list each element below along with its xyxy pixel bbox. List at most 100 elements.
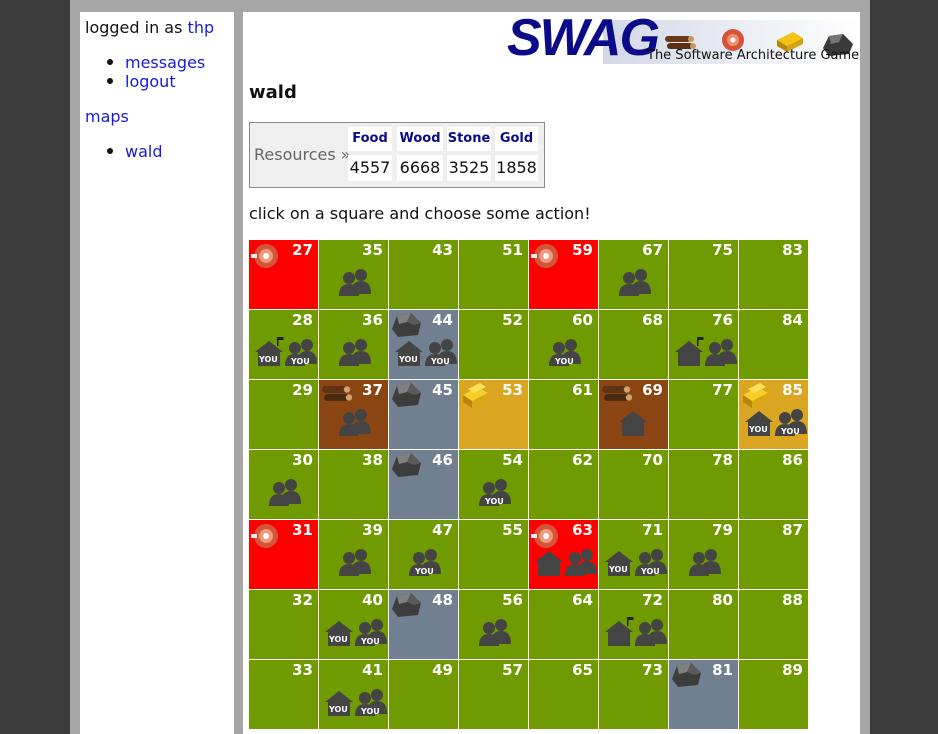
- map-square-61[interactable]: 61: [529, 380, 598, 449]
- map-square-37[interactable]: 37: [319, 380, 388, 449]
- map-square-35[interactable]: 35: [319, 240, 388, 309]
- map-square-87[interactable]: 87: [739, 520, 808, 589]
- map-link-wald[interactable]: wald: [125, 142, 163, 161]
- map-square-56[interactable]: 56: [459, 590, 528, 659]
- map-square-85[interactable]: YOU YOU 85: [739, 380, 808, 449]
- map-square-44[interactable]: YOU YOU 44: [389, 310, 458, 379]
- map-square-59[interactable]: 59: [529, 240, 598, 309]
- army-icon: [339, 408, 372, 440]
- map-square-40[interactable]: YOU YOU 40: [319, 590, 388, 659]
- meat-icon: [250, 241, 282, 275]
- map-square-60[interactable]: YOU 60: [529, 310, 598, 379]
- rock-icon: [670, 661, 702, 695]
- you-label: YOU: [361, 637, 380, 646]
- map-square-43[interactable]: 43: [389, 240, 458, 309]
- army-icon: [269, 478, 302, 510]
- map-square-88[interactable]: 88: [739, 590, 808, 659]
- meat-icon: [530, 241, 562, 275]
- square-number: 48: [432, 591, 453, 609]
- army-icon: [619, 268, 652, 300]
- map-square-70[interactable]: 70: [599, 450, 668, 519]
- square-number: 29: [292, 381, 313, 399]
- map-square-28[interactable]: YOU YOU 28: [249, 310, 318, 379]
- square-number: 81: [712, 661, 733, 679]
- square-number: 61: [572, 381, 593, 399]
- map-square-89[interactable]: 89: [739, 660, 808, 729]
- square-number: 78: [712, 451, 733, 469]
- square-number: 62: [572, 451, 593, 469]
- swag-logo: SWAG The Software Architecture Game: [503, 12, 860, 67]
- map-square-78[interactable]: 78: [669, 450, 738, 519]
- map-square-48[interactable]: 48: [389, 590, 458, 659]
- square-number: 43: [432, 241, 453, 259]
- map-square-39[interactable]: 39: [319, 520, 388, 589]
- map-square-75[interactable]: 75: [669, 240, 738, 309]
- map-square-81[interactable]: 81: [669, 660, 738, 729]
- square-number: 32: [292, 591, 313, 609]
- square-number: 33: [292, 661, 313, 679]
- map-square-27[interactable]: 27: [249, 240, 318, 309]
- map-square-63[interactable]: 63: [529, 520, 598, 589]
- square-number: 38: [362, 451, 383, 469]
- map-square-47[interactable]: YOU 47: [389, 520, 458, 589]
- map-square-54[interactable]: YOU 54: [459, 450, 528, 519]
- map-square-84[interactable]: 84: [739, 310, 808, 379]
- square-number: 30: [292, 451, 313, 469]
- square-number: 75: [712, 241, 733, 259]
- square-number: 39: [362, 521, 383, 539]
- square-number: 88: [782, 591, 803, 609]
- square-number: 72: [642, 591, 663, 609]
- map-square-79[interactable]: 79: [669, 520, 738, 589]
- you-label: YOU: [259, 355, 278, 364]
- map-square-38[interactable]: 38: [319, 450, 388, 519]
- map-square-51[interactable]: 51: [459, 240, 528, 309]
- map-square-33[interactable]: 33: [249, 660, 318, 729]
- map-square-72[interactable]: 72: [599, 590, 668, 659]
- rock-icon: [390, 591, 422, 625]
- you-label: YOU: [329, 635, 348, 644]
- map-square-73[interactable]: 73: [599, 660, 668, 729]
- map-square-68[interactable]: 68: [599, 310, 668, 379]
- maps-link[interactable]: maps: [85, 107, 129, 126]
- map-square-53[interactable]: 53: [459, 380, 528, 449]
- map-square-67[interactable]: 67: [599, 240, 668, 309]
- resource-header-stone: Stone: [447, 127, 491, 151]
- square-number: 73: [642, 661, 663, 679]
- map-square-52[interactable]: 52: [459, 310, 528, 379]
- map-square-30[interactable]: 30: [249, 450, 318, 519]
- map-square-55[interactable]: 55: [459, 520, 528, 589]
- square-number: 79: [712, 521, 733, 539]
- square-number: 52: [502, 311, 523, 329]
- map-square-80[interactable]: 80: [669, 590, 738, 659]
- square-number: 86: [782, 451, 803, 469]
- map-square-49[interactable]: 49: [389, 660, 458, 729]
- resource-value-food: 4557: [348, 155, 392, 181]
- square-number: 89: [782, 661, 803, 679]
- you-label: YOU: [361, 707, 380, 716]
- logout-link[interactable]: logout: [125, 72, 176, 91]
- map-square-46[interactable]: 46: [389, 450, 458, 519]
- army-icon: [635, 618, 668, 650]
- map-square-76[interactable]: 76: [669, 310, 738, 379]
- map-square-31[interactable]: 31: [249, 520, 318, 589]
- map-square-57[interactable]: 57: [459, 660, 528, 729]
- main-content: SWAG The Software Architecture Game wald…: [243, 12, 860, 734]
- square-number: 57: [502, 661, 523, 679]
- map-square-41[interactable]: YOU YOU 41: [319, 660, 388, 729]
- map-square-86[interactable]: 86: [739, 450, 808, 519]
- map-square-45[interactable]: 45: [389, 380, 458, 449]
- map-square-83[interactable]: 83: [739, 240, 808, 309]
- map-square-71[interactable]: YOU YOU 71: [599, 520, 668, 589]
- resource-header-wood: Wood: [397, 127, 443, 151]
- messages-link[interactable]: messages: [125, 53, 205, 72]
- username-link[interactable]: thp: [188, 18, 215, 37]
- map-square-32[interactable]: 32: [249, 590, 318, 659]
- map-square-77[interactable]: 77: [669, 380, 738, 449]
- map-square-64[interactable]: 64: [529, 590, 598, 659]
- map-square-69[interactable]: 69: [599, 380, 668, 449]
- map-square-62[interactable]: 62: [529, 450, 598, 519]
- map-square-65[interactable]: 65: [529, 660, 598, 729]
- square-number: 71: [642, 521, 663, 539]
- map-square-36[interactable]: 36: [319, 310, 388, 379]
- map-square-29[interactable]: 29: [249, 380, 318, 449]
